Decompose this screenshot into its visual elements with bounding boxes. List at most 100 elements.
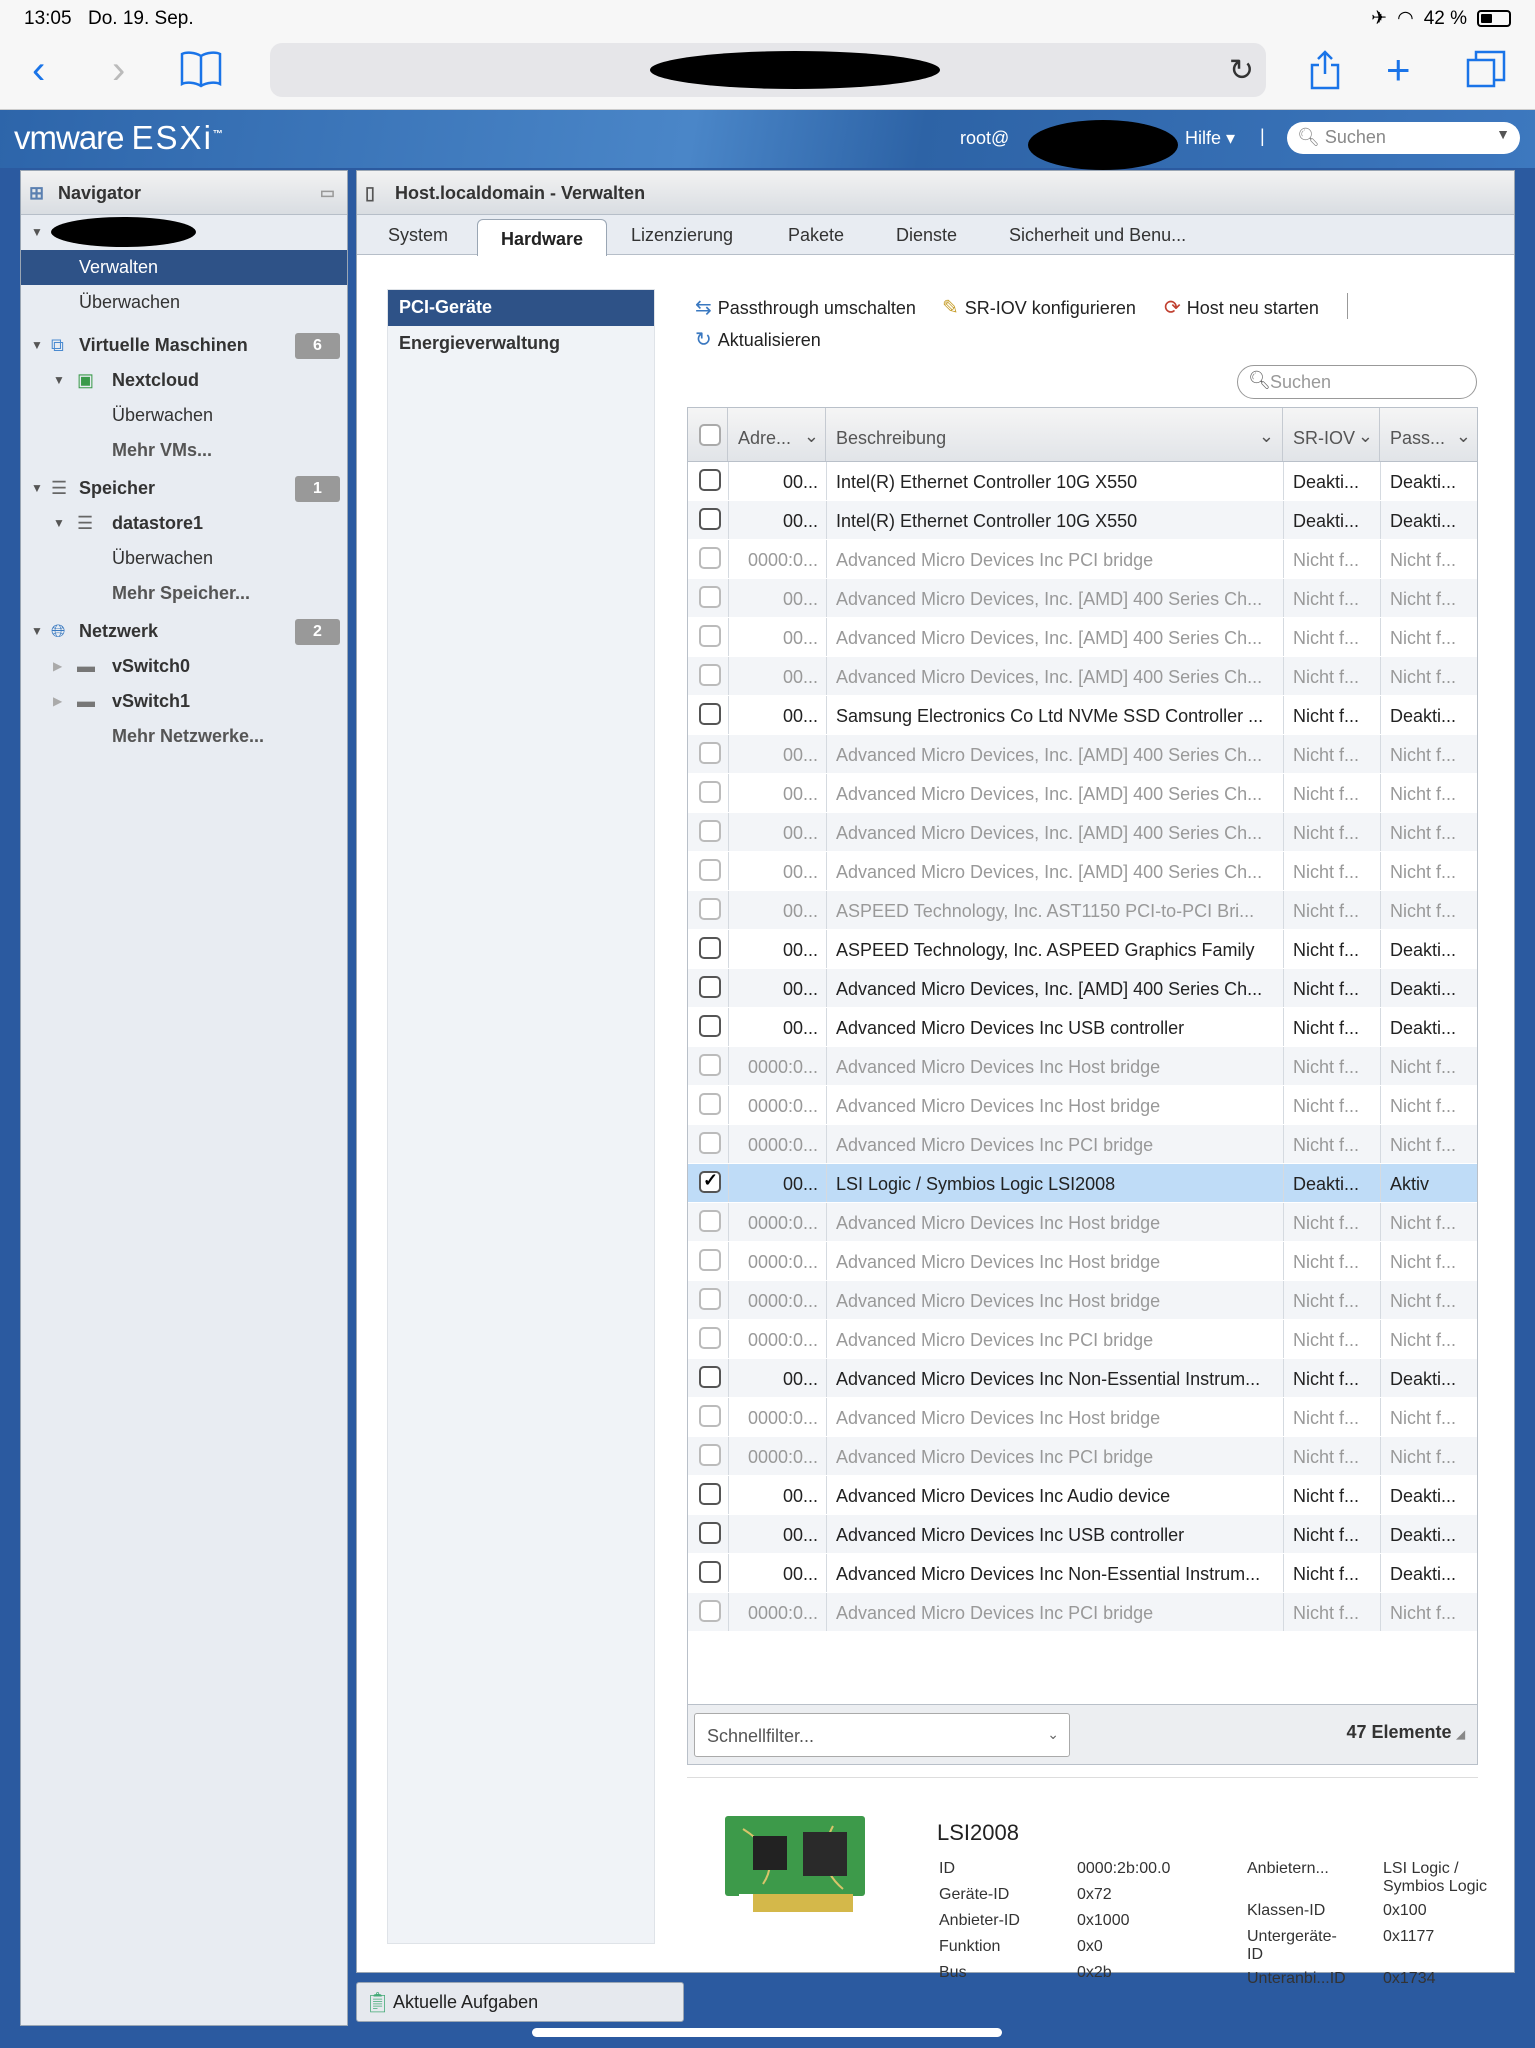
table-row[interactable]: 0000:0... Advanced Micro Devices Inc PCI … (688, 1593, 1477, 1632)
row-checkbox-cell[interactable] (688, 969, 728, 1007)
tab-pakete[interactable]: Pakete (788, 225, 844, 246)
row-checkbox-cell[interactable] (688, 1008, 728, 1046)
row-checkbox[interactable] (699, 1600, 721, 1622)
row-checkbox[interactable] (699, 781, 721, 803)
row-checkbox[interactable] (699, 937, 721, 959)
user-menu[interactable]: root@ (960, 120, 1178, 170)
collapse-arrow-icon[interactable]: ▼ (31, 215, 43, 250)
row-checkbox[interactable] (699, 664, 721, 686)
row-checkbox-cell[interactable] (688, 891, 728, 929)
row-checkbox-cell[interactable] (688, 1203, 728, 1241)
reload-icon[interactable]: ↻ (1229, 53, 1254, 88)
table-row[interactable]: 00... Advanced Micro Devices, Inc. [AMD] … (688, 852, 1477, 891)
tab-system[interactable]: System (388, 225, 448, 246)
row-checkbox-cell[interactable] (688, 579, 728, 617)
row-checkbox[interactable] (699, 1093, 721, 1115)
table-row[interactable]: 00... Samsung Electronics Co Ltd NVMe SSD… (688, 696, 1477, 735)
refresh-button[interactable]: ↻ Aktualisieren (695, 327, 821, 352)
table-row[interactable]: 00... Intel(R) Ethernet Controller 10G X5… (688, 462, 1477, 501)
table-row[interactable]: 00... Advanced Micro Devices Inc USB cont… (688, 1515, 1477, 1554)
row-checkbox-cell[interactable] (688, 1554, 728, 1592)
row-checkbox-cell[interactable] (688, 1047, 728, 1085)
row-checkbox-cell[interactable] (688, 1593, 728, 1631)
table-row[interactable]: 00... LSI Logic / Symbios Logic LSI2008 De… (688, 1164, 1477, 1203)
resize-handle-icon[interactable]: ◢ (1457, 1729, 1465, 1741)
sort-chevron-icon[interactable]: ⌄ (1358, 426, 1373, 447)
column-description[interactable]: Beschreibung ⌄ (826, 408, 1283, 461)
row-checkbox-cell[interactable] (688, 462, 728, 500)
row-checkbox[interactable] (699, 1210, 721, 1232)
table-row[interactable]: 00... Advanced Micro Devices Inc Non-Esse… (688, 1554, 1477, 1593)
table-row[interactable]: 0000:0... Advanced Micro Devices Inc PCI … (688, 1437, 1477, 1476)
table-row[interactable]: 00... Advanced Micro Devices, Inc. [AMD] … (688, 969, 1477, 1008)
nav-item-storage[interactable]: ▼ ☰ Speicher 1 (21, 471, 347, 506)
table-row[interactable]: 00... Advanced Micro Devices, Inc. [AMD] … (688, 657, 1477, 696)
table-row[interactable]: 0000:0... Advanced Micro Devices Inc PCI … (688, 1320, 1477, 1359)
nav-item-vm-ueberwachen[interactable]: Überwachen (21, 398, 347, 433)
tab-dienste[interactable]: Dienste (896, 225, 957, 246)
row-checkbox[interactable] (699, 586, 721, 608)
grid-search-input[interactable]: 🔍︎ Suchen (1237, 365, 1477, 399)
row-checkbox[interactable] (699, 1561, 721, 1583)
row-checkbox[interactable] (699, 1288, 721, 1310)
nav-item-network[interactable]: ▼ 🌐︎ Netzwerk 2 (21, 614, 347, 649)
row-checkbox-cell[interactable] (688, 1281, 728, 1319)
row-checkbox-cell[interactable] (688, 501, 728, 539)
row-checkbox[interactable] (699, 703, 721, 725)
quickfilter-select[interactable]: Schnellfilter... ⌄ (694, 1713, 1070, 1757)
row-checkbox-cell[interactable] (688, 1164, 728, 1202)
collapse-arrow-icon[interactable]: ▼ (53, 363, 65, 398)
row-checkbox[interactable] (699, 1405, 721, 1427)
collapse-arrow-icon[interactable]: ▼ (31, 328, 43, 363)
collapse-arrow-icon[interactable]: ▼ (53, 506, 65, 541)
row-checkbox[interactable] (699, 1132, 721, 1154)
row-checkbox[interactable] (699, 1366, 721, 1388)
table-row[interactable]: 00... Advanced Micro Devices, Inc. [AMD] … (688, 774, 1477, 813)
row-checkbox-cell[interactable] (688, 1320, 728, 1358)
row-checkbox-cell[interactable] (688, 657, 728, 695)
sidenav-pci-devices[interactable]: PCI-Geräte (388, 290, 654, 326)
sort-chevron-icon[interactable]: ⌄ (1456, 426, 1471, 447)
table-row[interactable]: 00... Advanced Micro Devices Inc Non-Esse… (688, 1359, 1477, 1398)
passthrough-button[interactable]: ⇆ Passthrough umschalten (695, 295, 916, 320)
minimize-icon[interactable]: ▭ (320, 183, 335, 203)
host-node[interactable]: ▼ (21, 215, 347, 250)
expand-arrow-icon[interactable]: ▶ (53, 649, 62, 684)
tab-lizenzierung[interactable]: Lizenzierung (631, 225, 733, 246)
url-bar[interactable]: ↻ (270, 43, 1266, 97)
row-checkbox-cell[interactable] (688, 852, 728, 890)
table-row[interactable]: 00... Advanced Micro Devices Inc Audio de… (688, 1476, 1477, 1515)
select-all-checkbox[interactable] (699, 424, 721, 446)
row-checkbox[interactable] (699, 820, 721, 842)
row-checkbox[interactable] (699, 547, 721, 569)
column-address[interactable]: Adre... ⌄ (728, 408, 826, 461)
row-checkbox[interactable] (699, 976, 721, 998)
nav-item-vswitch1[interactable]: ▶ ▬ vSwitch1 (21, 684, 347, 719)
nav-item-vswitch0[interactable]: ▶ ▬ vSwitch0 (21, 649, 347, 684)
column-sriov[interactable]: SR-IOV ⌄ (1283, 408, 1380, 461)
new-tab-icon[interactable]: + (1386, 49, 1411, 91)
header-search-input[interactable]: 🔍︎ Suchen ▼ (1287, 122, 1520, 154)
row-checkbox-cell[interactable] (688, 1242, 728, 1280)
help-menu[interactable]: Hilfe ▾ (1185, 128, 1235, 149)
share-icon[interactable] (1308, 50, 1342, 97)
nav-item-ds-ueberwachen[interactable]: Überwachen (21, 541, 347, 576)
chevron-down-icon[interactable]: ▼ (1496, 126, 1510, 142)
row-checkbox-cell[interactable] (688, 618, 728, 656)
table-row[interactable]: 0000:0... Advanced Micro Devices Inc Host… (688, 1398, 1477, 1437)
sriov-button[interactable]: ✎ SR-IOV konfigurieren (942, 295, 1136, 320)
table-row[interactable]: 00... Advanced Micro Devices Inc USB cont… (688, 1008, 1477, 1047)
row-checkbox[interactable] (699, 742, 721, 764)
row-checkbox[interactable] (699, 1170, 721, 1193)
row-checkbox-cell[interactable] (688, 1437, 728, 1475)
table-row[interactable]: 0000:0... Advanced Micro Devices Inc Host… (688, 1242, 1477, 1281)
row-checkbox[interactable] (699, 469, 721, 491)
forward-icon[interactable]: › (112, 50, 125, 90)
row-checkbox[interactable] (699, 1483, 721, 1505)
row-checkbox[interactable] (699, 1444, 721, 1466)
nav-item-more-vms[interactable]: Mehr VMs... (21, 433, 347, 468)
collapse-arrow-icon[interactable]: ▼ (31, 471, 43, 506)
row-checkbox-cell[interactable] (688, 735, 728, 773)
table-row[interactable]: 00... ASPEED Technology, Inc. AST1150 PCI… (688, 891, 1477, 930)
collapse-arrow-icon[interactable]: ▼ (31, 614, 43, 649)
